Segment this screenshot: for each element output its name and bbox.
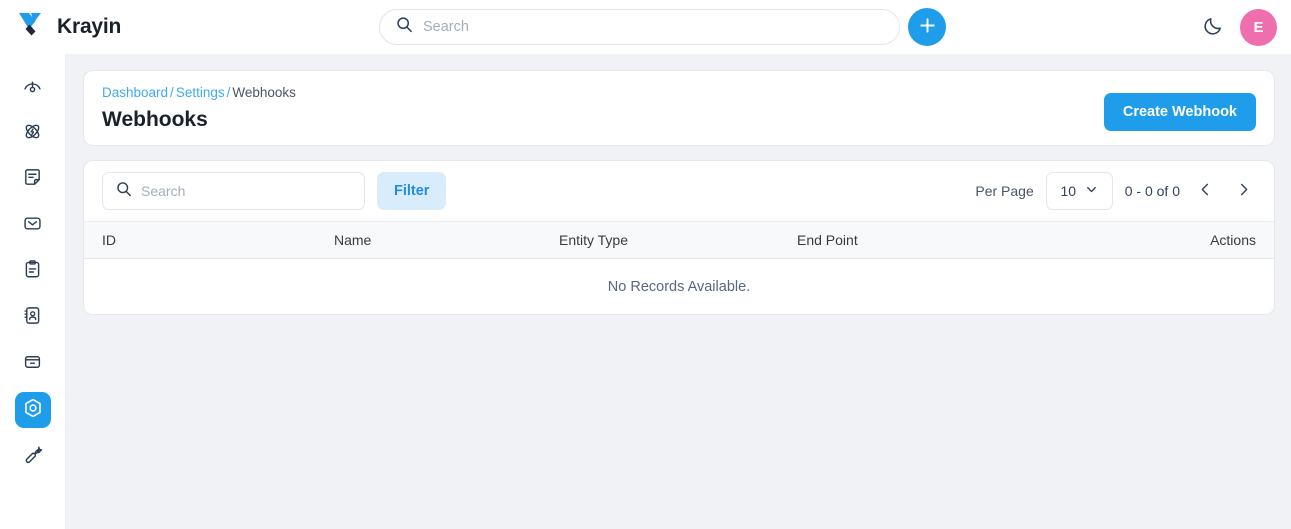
table-empty-state: No Records Available. (84, 259, 1274, 314)
record-count: 0 - 0 of 0 (1124, 183, 1180, 199)
column-header-end-point[interactable]: End Point (797, 232, 1210, 248)
breadcrumb-separator: / (226, 85, 231, 100)
global-search-box[interactable] (379, 9, 900, 45)
sidebar-item-dashboard[interactable] (15, 70, 51, 106)
search-icon (116, 181, 132, 202)
create-webhook-button[interactable]: Create Webhook (1103, 93, 1256, 131)
per-page-label: Per Page (975, 183, 1034, 199)
sidebar-item-quotes[interactable] (15, 162, 51, 198)
chevron-right-icon (1236, 182, 1251, 200)
column-header-id[interactable]: ID (102, 232, 334, 248)
envelope-icon (22, 213, 43, 239)
sidebar-item-mail[interactable] (15, 208, 51, 244)
contact-book-icon (22, 305, 43, 331)
table-toolbar: Filter Per Page 10 0 - 0 of 0 (84, 161, 1274, 221)
per-page-select[interactable]: 10 (1045, 172, 1113, 210)
main-content-area: Dashboard / Settings / Webhooks Webhooks Cre… (66, 54, 1291, 529)
page-header-panel: Dashboard / Settings / Webhooks Webhooks Cre… (83, 70, 1275, 146)
sidebar-item-activities[interactable] (15, 254, 51, 290)
sidebar-item-leads[interactable] (15, 116, 51, 152)
krayin-diamond-logo-icon (18, 11, 48, 42)
filter-button[interactable]: Filter (377, 172, 447, 210)
column-header-entity-type[interactable]: Entity Type (559, 232, 797, 248)
user-avatar[interactable]: E (1240, 9, 1277, 46)
next-page-button[interactable] (1230, 178, 1256, 204)
plus-icon (918, 16, 937, 38)
webhooks-table-panel: Filter Per Page 10 0 - 0 of 0 (83, 160, 1275, 315)
table-search-box[interactable] (102, 172, 365, 210)
column-header-actions: Actions (1210, 232, 1256, 248)
search-icon (396, 16, 413, 38)
table-header-row: ID Name Entity Type End Point Actions (84, 221, 1274, 259)
box-icon (22, 351, 43, 377)
theme-toggle-button[interactable] (1198, 12, 1228, 42)
previous-page-button[interactable] (1192, 178, 1218, 204)
chevron-left-icon (1198, 182, 1213, 200)
pagination-controls: Per Page 10 0 - 0 of 0 (975, 172, 1256, 210)
moon-icon (1203, 15, 1224, 39)
breadcrumb-current-webhooks: Webhooks (232, 85, 296, 100)
sidebar-item-products[interactable] (15, 346, 51, 382)
left-sidebar (0, 54, 66, 529)
wrench-icon (22, 443, 43, 469)
breadcrumb-link-settings[interactable]: Settings (176, 85, 225, 100)
hexagon-gear-icon (22, 397, 44, 424)
note-icon (22, 167, 43, 193)
breadcrumb: Dashboard / Settings / Webhooks (102, 85, 1256, 100)
page-title: Webhooks (102, 108, 208, 131)
quick-add-button[interactable] (908, 8, 946, 46)
table-search-input[interactable] (141, 183, 351, 199)
avatar-initial: E (1253, 19, 1264, 36)
per-page-value: 10 (1060, 183, 1077, 199)
top-header-bar: Krayin E (0, 0, 1291, 54)
breadcrumb-separator: / (170, 85, 174, 100)
sidebar-item-settings[interactable] (14, 392, 51, 428)
sidebar-item-configuration[interactable] (15, 438, 51, 474)
sidebar-item-contacts[interactable] (15, 300, 51, 336)
global-search-input[interactable] (423, 19, 883, 35)
breadcrumb-link-dashboard[interactable]: Dashboard (102, 85, 168, 100)
clipboard-icon (22, 259, 43, 285)
gauge-icon (22, 75, 43, 101)
atom-icon (22, 121, 43, 147)
brand-name: Krayin (57, 14, 122, 38)
column-header-name[interactable]: Name (334, 232, 559, 248)
chevron-down-icon (1085, 183, 1098, 199)
brand-logo-group[interactable]: Krayin (18, 11, 121, 42)
